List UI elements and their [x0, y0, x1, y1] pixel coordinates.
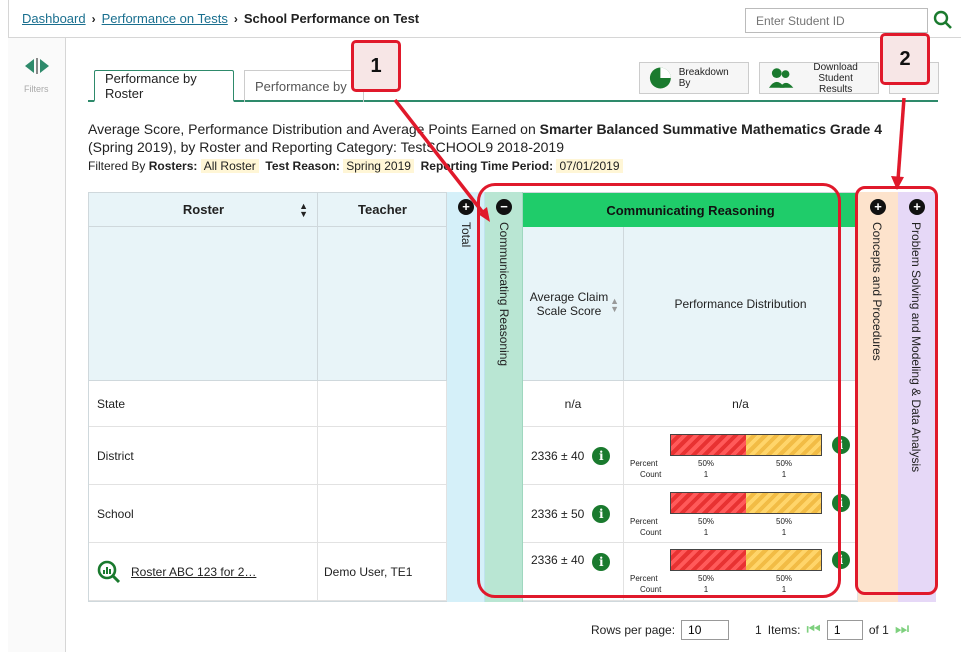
total-label: Total: [459, 222, 473, 248]
callout-1: 1: [351, 40, 401, 92]
breadcrumb: Dashboard › Performance on Tests › Schoo…: [8, 11, 419, 26]
items-count: 1: [755, 623, 762, 637]
last-page-icon[interactable]: ⏭: [895, 621, 909, 639]
tab-performance-by-roster[interactable]: Performance by Roster: [94, 70, 234, 102]
download-label: Download: [813, 61, 858, 73]
table-row-district: District: [89, 427, 318, 485]
page-of-label: of 1: [868, 623, 889, 637]
roster-col-title: Roster: [182, 202, 225, 217]
rosters-value: All Roster: [200, 159, 259, 173]
highlight-box-1: [477, 183, 841, 598]
users-download-icon: [768, 68, 794, 88]
sort-icon[interactable]: ▲ ▼: [299, 201, 308, 218]
table-row-school: School: [89, 485, 318, 543]
rows-per-page-input[interactable]: [681, 620, 730, 640]
page-title: School Performance on Test: [243, 11, 420, 26]
student-id-input[interactable]: [745, 8, 928, 33]
teacher-cell: Demo User, TE1: [318, 543, 447, 601]
download-student-results-button[interactable]: Download Student Results: [759, 61, 879, 95]
roster-header: Roster ▲ ▼: [89, 193, 318, 381]
student-results-label: Student Results: [818, 72, 853, 95]
tab-performance-by[interactable]: Performance by: [244, 70, 364, 102]
rosters-label: Rosters:: [148, 159, 198, 173]
teacher-col-title[interactable]: Teacher: [318, 193, 447, 227]
teacher-cell: [318, 485, 447, 543]
period-value: 07/01/2019: [556, 159, 623, 173]
breadcrumb-dashboard[interactable]: Dashboard: [22, 11, 86, 26]
filtered-by-line: Filtered By Rosters: All Roster Test Rea…: [88, 159, 623, 173]
table-row-state: State: [89, 381, 318, 427]
expand-filters-icon[interactable]: [23, 56, 51, 76]
heading-suffix: (Spring 2019), by Roster and Reporting C…: [88, 139, 565, 155]
breadcrumb-performance-on-tests[interactable]: Performance on Tests: [102, 11, 228, 26]
filtered-label: Filtered By: [88, 159, 146, 173]
filters-rail[interactable]: Filters: [8, 38, 66, 652]
table-row-roster: Roster ABC 123 for 2…: [89, 543, 318, 601]
chevron-right-icon: ›: [233, 11, 238, 26]
chevron-right-icon: ›: [91, 11, 96, 26]
report-heading: Average Score, Performance Distribution …: [88, 120, 948, 156]
test-name: Smarter Balanced Summative Mathematics G…: [539, 121, 883, 137]
rows-per-page-label: Rows per page:: [591, 623, 676, 637]
teacher-header: Teacher: [318, 193, 447, 381]
search-icon: [933, 10, 952, 29]
period-label: Reporting Time Period:: [420, 159, 554, 173]
reason-value: Spring 2019: [343, 159, 414, 173]
pie-chart-icon: [649, 67, 671, 89]
expand-plus-icon[interactable]: +: [458, 199, 474, 215]
callout-2: 2: [880, 33, 930, 85]
search-button[interactable]: [928, 6, 958, 34]
roster-link[interactable]: Roster ABC 123 for 2…: [131, 565, 256, 579]
page-number-input[interactable]: [826, 620, 863, 640]
highlight-box-2: [855, 186, 938, 595]
breakdown-by-button[interactable]: Breakdown By: [639, 62, 749, 94]
teacher-cell: [318, 427, 447, 485]
roster-header-label[interactable]: Roster ▲ ▼: [89, 193, 318, 227]
reason-label: Test Reason:: [265, 159, 340, 173]
pagination: Rows per page: 1 Items: ⏮ of 1 ⏭: [591, 620, 909, 640]
roster-report-icon[interactable]: [97, 560, 121, 584]
breakdown-label: Breakdown By: [678, 67, 729, 89]
items-label: Items:: [767, 623, 801, 637]
teacher-cell: [318, 381, 447, 427]
heading-prefix: Average Score, Performance Distribution …: [88, 121, 540, 137]
filters-label: Filters: [24, 84, 49, 94]
first-page-icon[interactable]: ⏮: [806, 621, 820, 639]
